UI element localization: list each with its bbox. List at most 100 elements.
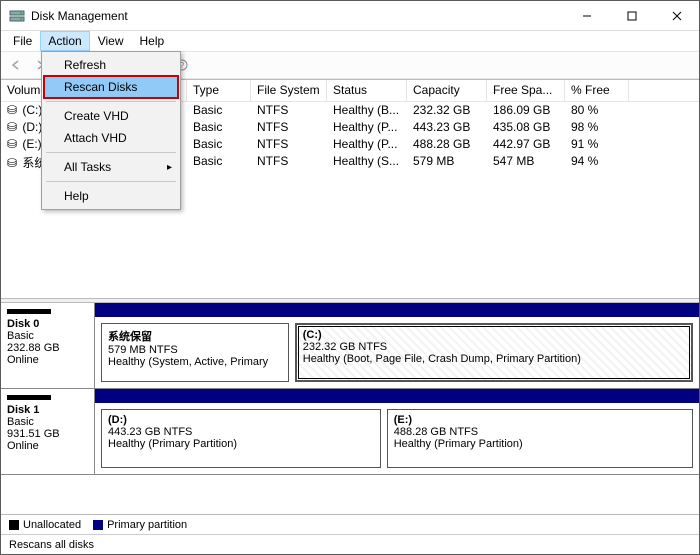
action-menu: Refresh Rescan Disks Create VHD Attach V… [41, 51, 181, 210]
cell-capacity: 488.28 GB [407, 136, 487, 153]
disk-state: Online [7, 354, 88, 366]
status-bar: Rescans all disks [1, 534, 699, 554]
partition-size: 443.23 GB NTFS [108, 426, 374, 438]
menu-all-tasks-label: All Tasks [64, 160, 111, 174]
cell-fs: NTFS [251, 136, 327, 153]
cell-type: Basic [187, 119, 251, 136]
menu-view[interactable]: View [90, 31, 132, 51]
cell-free: 186.09 GB [487, 102, 565, 119]
disk-type: Basic [7, 416, 88, 428]
cell-free: 442.97 GB [487, 136, 565, 153]
cell-type: Basic [187, 102, 251, 119]
disk-icon [7, 395, 51, 400]
disk-type: Basic [7, 330, 88, 342]
col-spacer [629, 80, 699, 101]
col-status[interactable]: Status [327, 80, 407, 101]
cell-status: Healthy (B... [327, 102, 407, 119]
maximize-button[interactable] [609, 1, 654, 30]
swatch-primary-icon [93, 520, 103, 530]
legend-unallocated: Unallocated [9, 519, 81, 531]
cell-status: Healthy (S... [327, 153, 407, 170]
menubar: File Action View Help [1, 31, 699, 51]
disk-label[interactable]: Disk 1Basic931.51 GBOnline [1, 389, 95, 474]
cell-pct: 94 % [565, 153, 629, 170]
disk-state: Online [7, 440, 88, 452]
partition-status: Healthy (Primary Partition) [394, 438, 686, 450]
cell-capacity: 443.23 GB [407, 119, 487, 136]
window-controls [564, 1, 699, 30]
menu-separator [46, 181, 176, 182]
col-capacity[interactable]: Capacity [407, 80, 487, 101]
close-button[interactable] [654, 1, 699, 30]
disk-size: 931.51 GB [7, 428, 88, 440]
partition-label: (C:) [303, 329, 685, 341]
partition-status: Healthy (System, Active, Primary [108, 356, 282, 368]
partition-size: 232.32 GB NTFS [303, 341, 685, 353]
cell-status: Healthy (P... [327, 119, 407, 136]
disk-label[interactable]: Disk 0Basic232.88 GBOnline [1, 303, 95, 388]
legend-unallocated-label: Unallocated [23, 519, 81, 531]
menu-all-tasks[interactable]: All Tasks ▸ [44, 156, 178, 178]
cell-pct: 98 % [565, 119, 629, 136]
partition-body: 系统保留579 MB NTFSHealthy (System, Active, … [95, 317, 699, 388]
cell-pct: 80 % [565, 102, 629, 119]
disk-name: Disk 1 [7, 404, 88, 416]
cell-fs: NTFS [251, 119, 327, 136]
partition[interactable]: 系统保留579 MB NTFSHealthy (System, Active, … [101, 323, 289, 382]
partition-body: (D:)443.23 GB NTFSHealthy (Primary Parti… [95, 403, 699, 474]
disk-partitions: (D:)443.23 GB NTFSHealthy (Primary Parti… [95, 389, 699, 474]
cell-type: Basic [187, 136, 251, 153]
partition[interactable]: (D:)443.23 GB NTFSHealthy (Primary Parti… [101, 409, 381, 468]
partition-header-strip [95, 303, 699, 317]
cell-free: 435.08 GB [487, 119, 565, 136]
menu-help[interactable]: Help [132, 31, 173, 51]
col-pct-free[interactable]: % Free [565, 80, 629, 101]
minimize-button[interactable] [564, 1, 609, 30]
partition-label: 系统保留 [108, 328, 282, 344]
menu-create-vhd[interactable]: Create VHD [44, 105, 178, 127]
col-type[interactable]: Type [187, 80, 251, 101]
disk-name: Disk 0 [7, 318, 88, 330]
disk-size: 232.88 GB [7, 342, 88, 354]
partition-label: (D:) [108, 414, 374, 426]
menu-help-item[interactable]: Help [44, 185, 178, 207]
disk-map: Disk 0Basic232.88 GBOnline系统保留579 MB NTF… [1, 303, 699, 514]
chevron-right-icon: ▸ [167, 162, 172, 173]
partition[interactable]: (E:)488.28 GB NTFSHealthy (Primary Parti… [387, 409, 693, 468]
legend-primary-label: Primary partition [107, 519, 187, 531]
disk-row: Disk 1Basic931.51 GBOnline(D:)443.23 GB … [1, 389, 699, 475]
back-button[interactable] [5, 54, 27, 76]
partition-size: 488.28 GB NTFS [394, 426, 686, 438]
cell-type: Basic [187, 153, 251, 170]
legend-primary: Primary partition [93, 519, 187, 531]
disk-partitions: 系统保留579 MB NTFSHealthy (System, Active, … [95, 303, 699, 388]
cell-status: Healthy (P... [327, 136, 407, 153]
app-icon [9, 8, 25, 24]
status-text: Rescans all disks [9, 539, 94, 551]
cell-fs: NTFS [251, 102, 327, 119]
col-free-space[interactable]: Free Spa... [487, 80, 565, 101]
cell-free: 547 MB [487, 153, 565, 170]
app-window: Disk Management File Action View Help ? … [0, 0, 700, 555]
cell-capacity: 232.32 GB [407, 102, 487, 119]
menu-file[interactable]: File [5, 31, 40, 51]
col-filesystem[interactable]: File System [251, 80, 327, 101]
partition-label: (E:) [394, 414, 686, 426]
disk-icon [7, 309, 51, 314]
cell-pct: 91 % [565, 136, 629, 153]
disk-row: Disk 0Basic232.88 GBOnline系统保留579 MB NTF… [1, 303, 699, 389]
partition-header-strip [95, 389, 699, 403]
menu-separator [46, 152, 176, 153]
cell-fs: NTFS [251, 153, 327, 170]
menu-action[interactable]: Action [40, 31, 89, 51]
partition[interactable]: (C:)232.32 GB NTFSHealthy (Boot, Page Fi… [295, 323, 693, 382]
legend: Unallocated Primary partition [1, 514, 699, 534]
window-title: Disk Management [31, 9, 564, 23]
cell-capacity: 579 MB [407, 153, 487, 170]
menu-refresh[interactable]: Refresh [44, 54, 178, 76]
menu-rescan-disks[interactable]: Rescan Disks [44, 76, 178, 98]
menu-attach-vhd[interactable]: Attach VHD [44, 127, 178, 149]
menu-separator [46, 101, 176, 102]
partition-status: Healthy (Primary Partition) [108, 438, 374, 450]
partition-size: 579 MB NTFS [108, 344, 282, 356]
